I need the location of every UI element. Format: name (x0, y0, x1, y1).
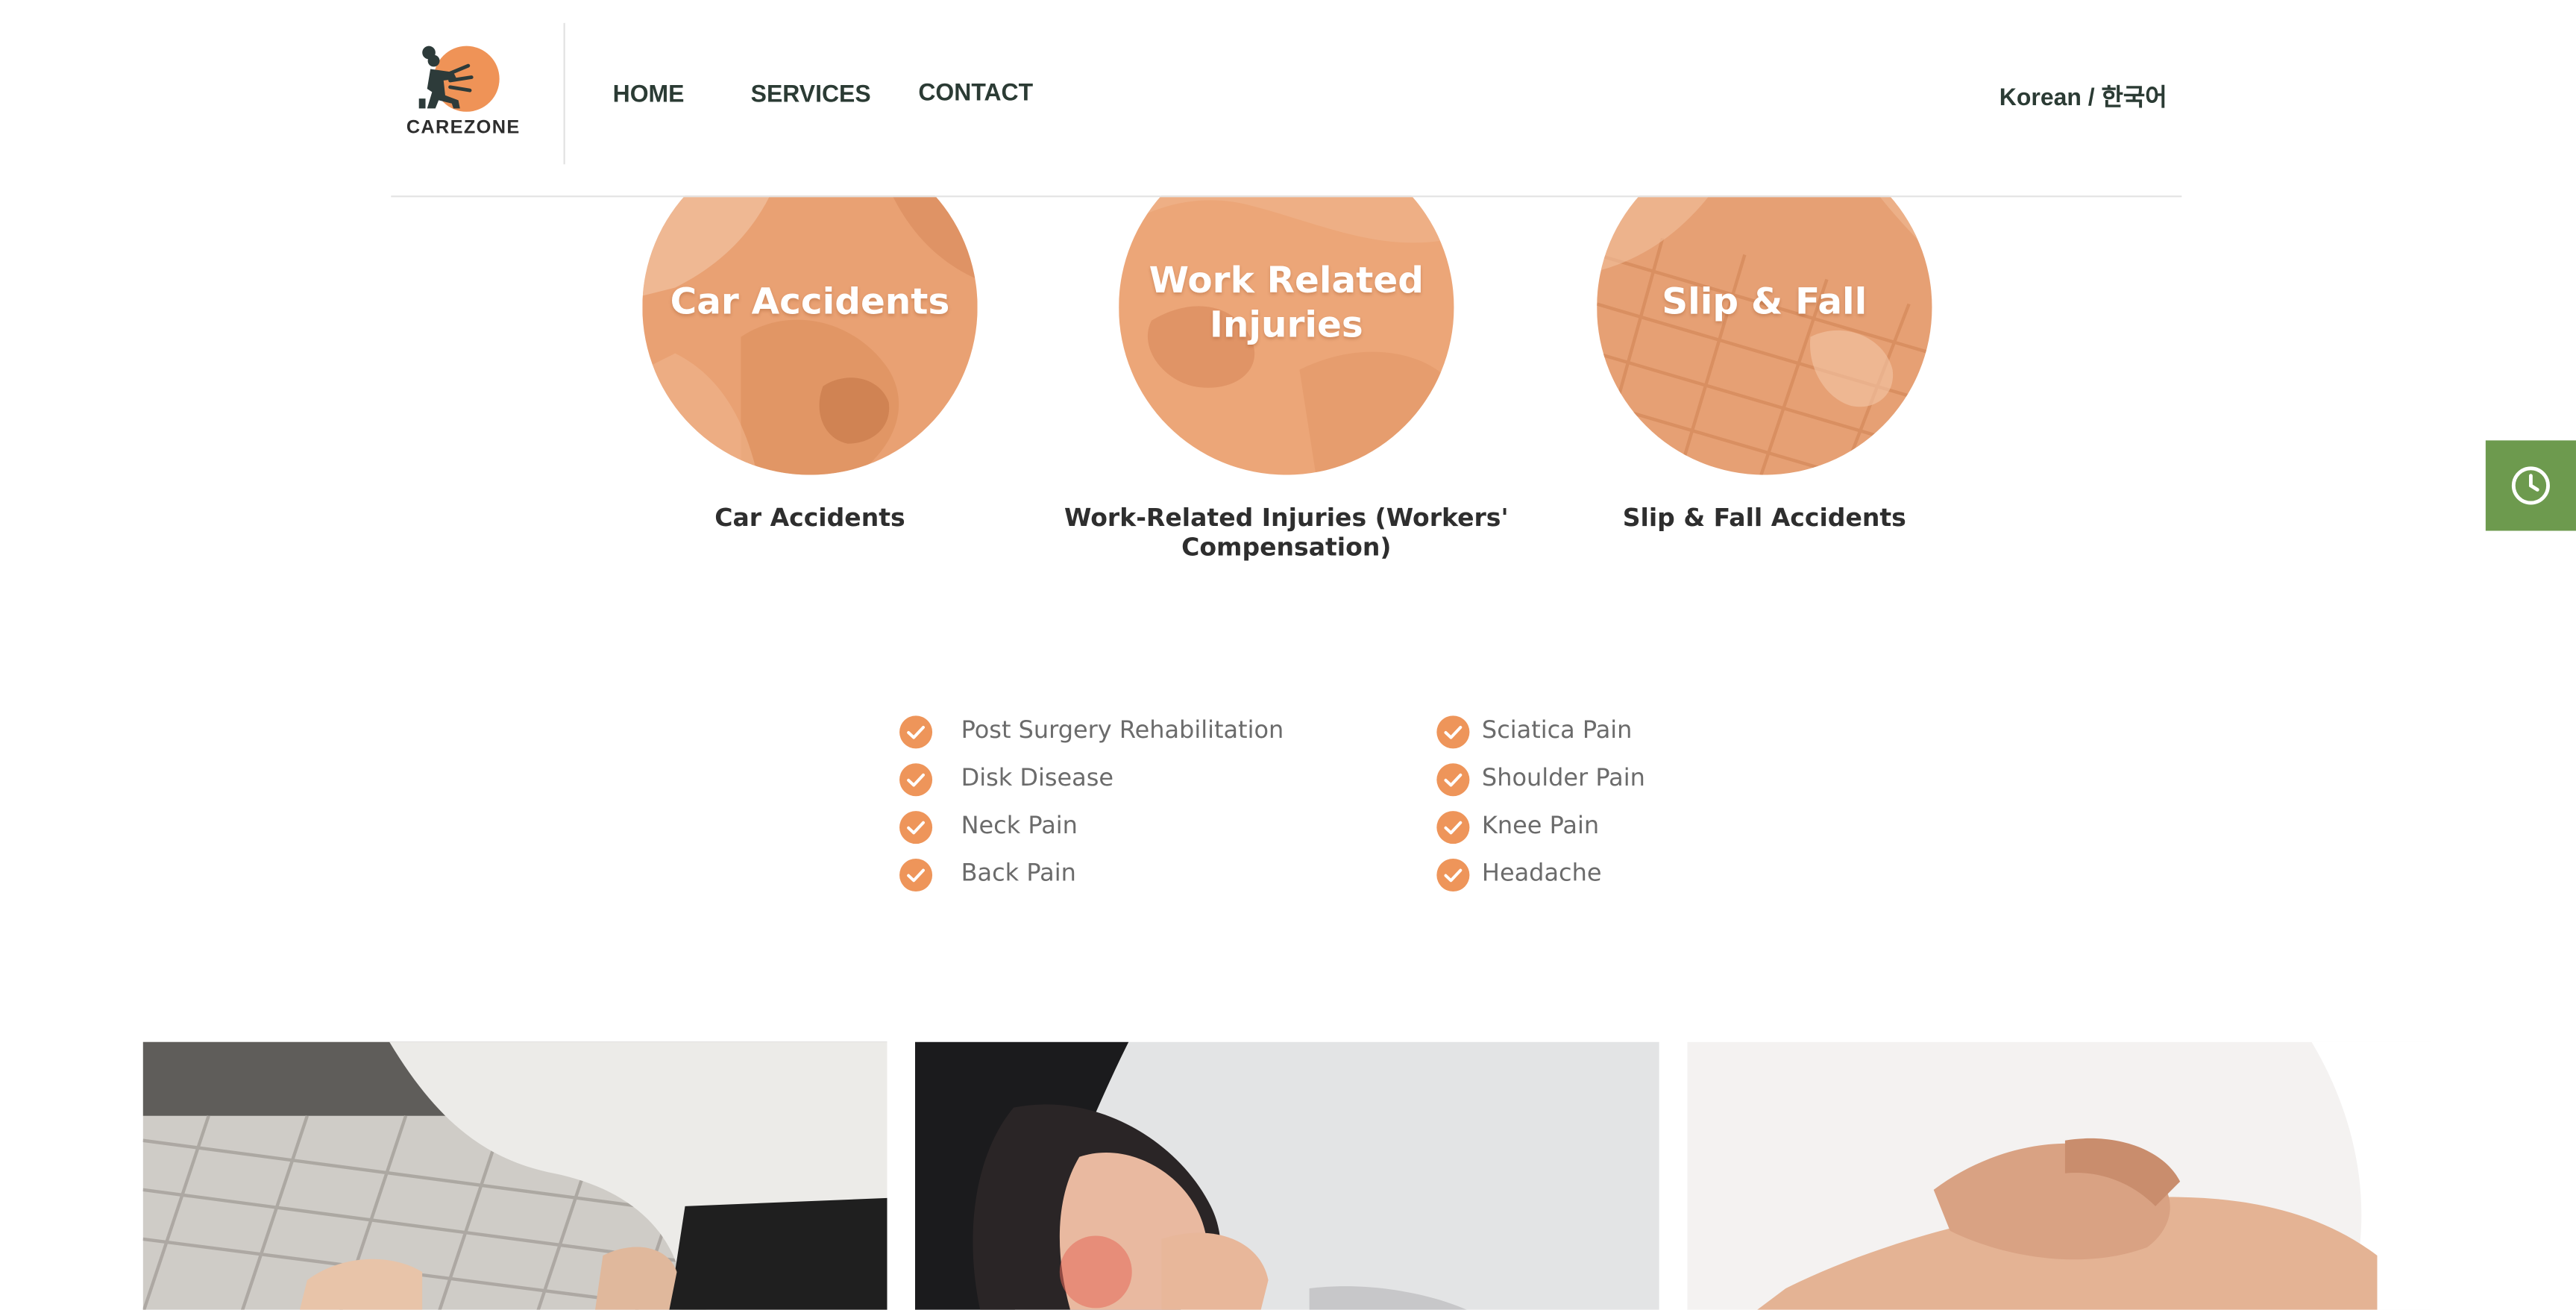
wrist-pain-photo (1687, 1041, 2432, 1310)
check-circle-icon (1436, 858, 1470, 892)
clock-icon (2511, 466, 2550, 505)
check-circle-icon (1436, 811, 1470, 844)
hours-tab[interactable] (2485, 440, 2576, 531)
language-switch[interactable]: Korean / 한국어 (1999, 79, 2167, 113)
slip-fall-photo (142, 1041, 888, 1310)
wrist-pain-photo-card[interactable] (1687, 1041, 2432, 1310)
circle-title: Car Accidents (670, 282, 950, 324)
list-item-label: Disk Disease (961, 765, 1114, 792)
site-header: CAREZONE HOME SERVICES CONTACT Korean / … (0, 0, 2576, 196)
list-item-label: Back Pain (961, 861, 1076, 888)
list-item-label: Neck Pain (961, 813, 1078, 840)
nav-contact[interactable]: CONTACT (918, 81, 1033, 107)
slip-fall-photo-card[interactable] (142, 1041, 888, 1310)
list-item-label: Headache (1481, 861, 1602, 888)
page: Car Accidents Car Accidents Work Related… (0, 0, 2576, 1310)
header-divider (563, 22, 565, 165)
check-circle-icon (899, 811, 933, 844)
check-circle-icon (1436, 763, 1470, 797)
nav-services[interactable]: SERVICES (751, 82, 871, 108)
service-caption[interactable]: Car Accidents (564, 503, 1057, 533)
check-circle-icon (899, 763, 933, 797)
circle-title: Slip & Fall (1662, 282, 1867, 324)
list-item-label: Post Surgery Rehabilitation (961, 718, 1284, 745)
circle-title: Work Related Injuries (1149, 261, 1424, 347)
list-item-label: Knee Pain (1481, 813, 1600, 840)
check-circle-icon (899, 858, 933, 892)
check-circle-icon (1436, 715, 1470, 749)
list-item-label: Shoulder Pain (1481, 765, 1645, 792)
logo-wordmark: CAREZONE (406, 118, 521, 139)
service-caption[interactable]: Work-Related Injuries (Workers' Compensa… (1040, 503, 1533, 562)
header-bottom-border (391, 195, 2182, 198)
neck-pain-photo (914, 1041, 1659, 1310)
service-caption[interactable]: Slip & Fall Accidents (1518, 503, 2011, 533)
list-item-label: Sciatica Pain (1481, 718, 1633, 745)
check-circle-icon (899, 715, 933, 749)
nav-home[interactable]: HOME (613, 82, 685, 108)
neck-pain-photo-card[interactable] (914, 1041, 1659, 1310)
